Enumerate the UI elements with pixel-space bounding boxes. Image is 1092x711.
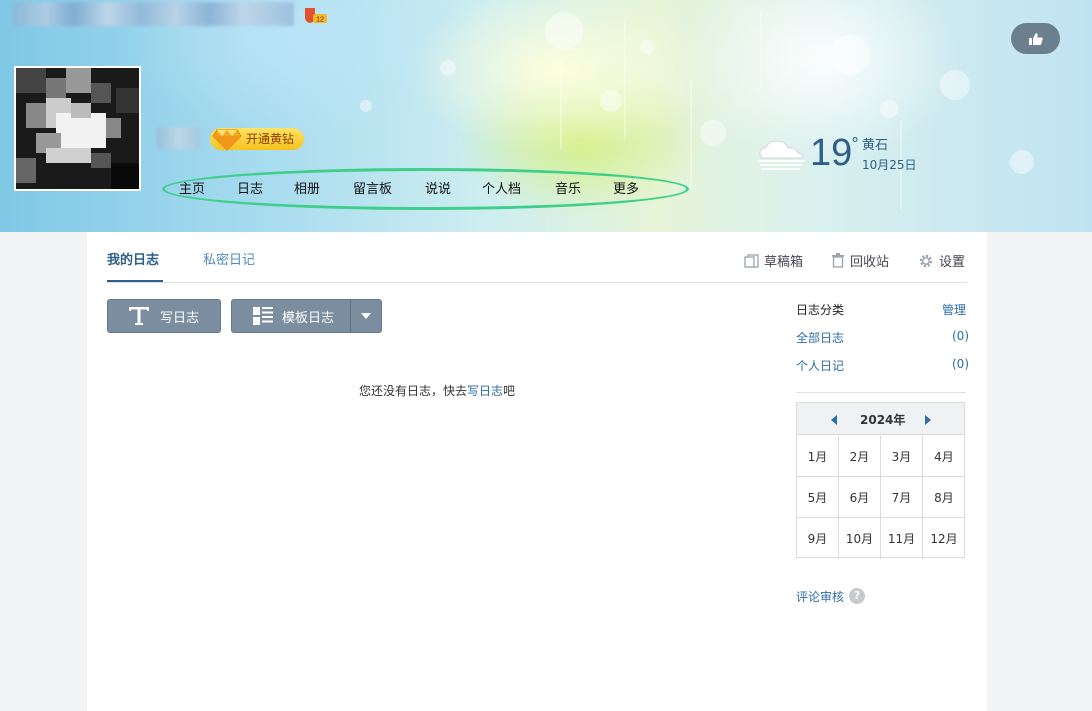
calendar-month[interactable]: 12月 [923, 518, 965, 559]
trash-button[interactable]: 回收站 [831, 251, 889, 270]
help-icon[interactable]: ? [849, 588, 865, 604]
caret-down-icon [361, 313, 371, 319]
template-blog-button[interactable]: 模板日志 [231, 299, 351, 333]
calendar-month[interactable]: 5月 [797, 477, 839, 518]
blurred-username [12, 2, 294, 26]
empty-prefix: 您还没有日志，快去 [359, 384, 468, 398]
template-icon [253, 307, 273, 325]
nav-item-profile[interactable]: 个人档 [482, 178, 521, 197]
calendar-month[interactable]: 6月 [839, 477, 881, 518]
weather-city: 黄石 [862, 138, 889, 153]
empty-message: 您还没有日志，快去写日志吧 [359, 382, 515, 399]
comment-review-link[interactable]: 评论审核 [796, 588, 844, 605]
calendar-month[interactable]: 4月 [923, 436, 965, 477]
month-calendar: 2024年 1月 2月 3月 4月 5月 6月 7月 8月 9月 10月 11月… [796, 402, 965, 559]
tab-private-diary[interactable]: 私密日记 [203, 249, 255, 268]
diamond-icon [212, 129, 242, 151]
drafts-label: 草稿箱 [764, 255, 804, 270]
empty-suffix: 吧 [503, 384, 516, 398]
nav-item-blog[interactable]: 日志 [237, 178, 263, 197]
calendar-month[interactable]: 8月 [923, 477, 965, 518]
write-blog-label: 写日志 [160, 310, 200, 326]
write-blog-link[interactable]: 写日志 [467, 384, 503, 398]
nav-item-album[interactable]: 相册 [294, 178, 320, 197]
tab-divider [107, 282, 967, 283]
drafts-icon [744, 253, 759, 268]
next-year-icon[interactable] [925, 415, 931, 425]
nav-item-more[interactable]: 更多 [613, 178, 639, 197]
calendar-month[interactable]: 11月 [881, 518, 923, 559]
settings-label: 设置 [939, 255, 966, 270]
nav-item-home[interactable]: 主页 [179, 178, 205, 197]
nav-item-shuoshuo[interactable]: 说说 [425, 178, 451, 197]
category-personal-link[interactable]: 个人日记 [796, 357, 844, 374]
category-title: 日志分类 [796, 303, 845, 317]
calendar-year: 2024年 [860, 413, 906, 427]
vip-label: 开通黄钻 [246, 132, 295, 146]
vip-open-button[interactable]: 开通黄钻 [210, 128, 305, 151]
calendar-month[interactable]: 9月 [797, 518, 839, 559]
calendar-month[interactable]: 7月 [881, 477, 923, 518]
weather-date: 10月25日 [862, 158, 917, 172]
trash-label: 回收站 [850, 255, 890, 270]
avatar[interactable] [14, 66, 141, 191]
thumbs-up-icon [1028, 32, 1043, 45]
nav-item-guestbook[interactable]: 留言板 [353, 178, 392, 197]
level-badge-icon: 12 [304, 6, 328, 24]
category-all-count: (0) [952, 329, 969, 343]
gear-icon [919, 254, 933, 267]
template-blog-label: 模板日志 [282, 310, 335, 326]
settings-button[interactable]: 设置 [918, 251, 965, 270]
write-blog-button[interactable]: 写日志 [107, 299, 221, 333]
category-all-link[interactable]: 全部日志 [796, 329, 844, 346]
calendar-header: 2024年 [797, 403, 964, 435]
calendar-month[interactable]: 10月 [839, 518, 881, 559]
sidebar-divider [796, 392, 966, 393]
text-icon [129, 307, 149, 325]
cloud-icon [758, 140, 804, 170]
drafts-button[interactable]: 草稿箱 [744, 251, 803, 270]
weather-temperature: 19 [810, 132, 853, 174]
nav-item-music[interactable]: 音乐 [555, 178, 581, 197]
calendar-month[interactable]: 3月 [881, 436, 923, 477]
template-dropdown-button[interactable] [350, 299, 382, 333]
trash-icon [832, 253, 844, 268]
svg-text:12: 12 [316, 17, 324, 24]
calendar-month[interactable]: 1月 [797, 436, 839, 477]
weather-degree: ° [851, 134, 859, 153]
like-button[interactable] [1011, 23, 1060, 54]
calendar-month[interactable]: 2月 [839, 436, 881, 477]
prev-year-icon[interactable] [831, 415, 837, 425]
manage-link[interactable]: 管理 [942, 301, 966, 318]
category-personal-count: (0) [952, 357, 969, 371]
tab-my-blog[interactable]: 我的日志 [107, 249, 159, 268]
blurred-nickname [157, 127, 200, 149]
